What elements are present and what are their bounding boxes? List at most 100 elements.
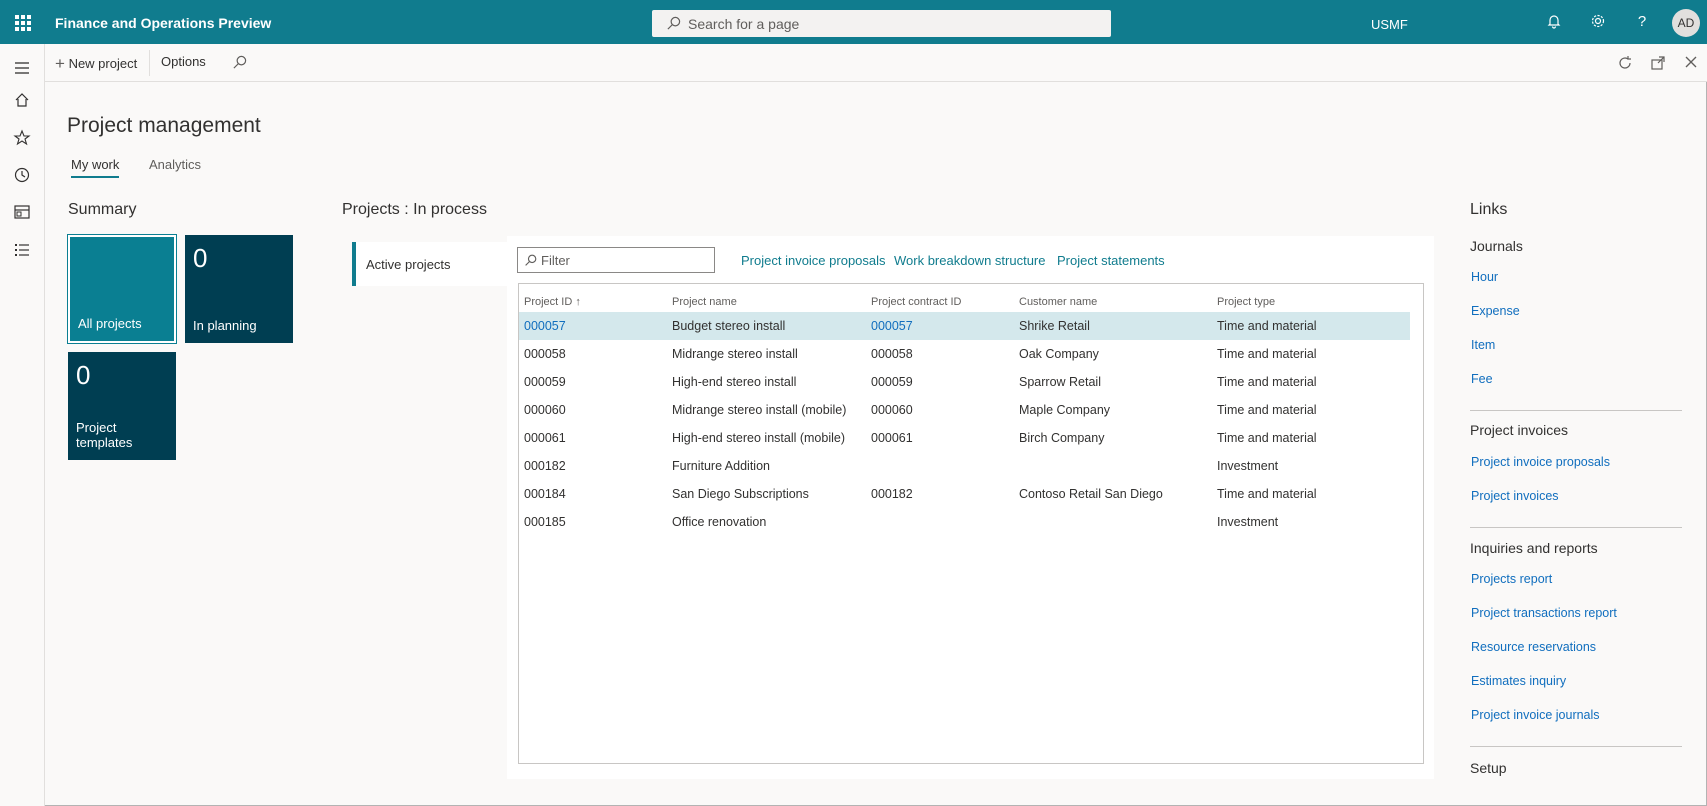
tile-all-projects[interactable]: All projects bbox=[67, 234, 177, 344]
divider bbox=[149, 50, 150, 76]
cell-customer-name: Sparrow Retail bbox=[1019, 375, 1101, 389]
close-icon[interactable] bbox=[1684, 55, 1698, 69]
page-search-input[interactable] bbox=[688, 14, 1088, 33]
link-item[interactable]: Item bbox=[1471, 338, 1495, 352]
links-divider bbox=[1470, 527, 1682, 528]
cell-project-type: Time and material bbox=[1217, 431, 1317, 445]
tile-in-planning[interactable]: 0 In planning bbox=[185, 235, 293, 343]
cell-project-id: 000058 bbox=[524, 347, 566, 361]
page-search[interactable] bbox=[652, 10, 1111, 37]
link-estimates-inquiry[interactable]: Estimates inquiry bbox=[1471, 674, 1566, 688]
tile-count: 0 bbox=[193, 243, 208, 273]
filter-box[interactable] bbox=[517, 247, 715, 273]
bell-icon[interactable] bbox=[1545, 13, 1563, 31]
link-resource-reservations[interactable]: Resource reservations bbox=[1471, 640, 1596, 654]
cell-project-name: High-end stereo install bbox=[672, 375, 797, 389]
links-group-project-invoices: Project invoices bbox=[1470, 422, 1569, 438]
vtab-active-projects[interactable]: Active projects bbox=[352, 242, 507, 286]
sort-ascending-icon: ↑ bbox=[575, 296, 581, 308]
link-project-invoice-journals[interactable]: Project invoice journals bbox=[1471, 708, 1600, 722]
table-row[interactable]: 000182 Furniture Addition Investment bbox=[519, 452, 1410, 480]
new-project-button[interactable]: + New project bbox=[55, 53, 137, 73]
cell-contract-id[interactable]: 000057 bbox=[871, 319, 913, 333]
projects-grid: Project ID ↑ Project name Project contra… bbox=[518, 283, 1424, 764]
link-expense[interactable]: Expense bbox=[1471, 304, 1520, 318]
cell-project-name: Furniture Addition bbox=[672, 459, 770, 473]
link-work-breakdown-structure[interactable]: Work breakdown structure bbox=[894, 253, 1046, 268]
cell-project-id: 000059 bbox=[524, 375, 566, 389]
cell-customer-name: Contoso Retail San Diego bbox=[1019, 487, 1163, 501]
open-new-window-icon[interactable] bbox=[1650, 55, 1666, 71]
app-launcher-icon[interactable] bbox=[15, 15, 31, 31]
link-projects-report[interactable]: Projects report bbox=[1471, 572, 1552, 586]
vtab-label: Active projects bbox=[366, 257, 451, 272]
table-row[interactable]: 000057 Budget stereo install 000057 Shri… bbox=[519, 312, 1410, 340]
cell-contract-id: 000058 bbox=[871, 347, 913, 361]
table-row[interactable]: 000061 High-end stereo install (mobile) … bbox=[519, 424, 1410, 452]
tile-label: All projects bbox=[78, 316, 142, 331]
links-divider bbox=[1470, 746, 1682, 747]
cell-project-type: Time and material bbox=[1217, 403, 1317, 417]
table-row[interactable]: 000058 Midrange stereo install 000058 Oa… bbox=[519, 340, 1410, 368]
modules-icon[interactable] bbox=[12, 240, 32, 260]
search-icon[interactable] bbox=[232, 55, 247, 70]
tab-analytics[interactable]: Analytics bbox=[149, 157, 201, 172]
hamburger-icon[interactable] bbox=[12, 58, 32, 78]
top-bar: Finance and Operations Preview USMF ? AD bbox=[0, 0, 1707, 44]
link-project-invoices[interactable]: Project invoices bbox=[1471, 489, 1559, 503]
search-icon bbox=[667, 16, 681, 30]
options-button[interactable]: Options bbox=[161, 54, 206, 69]
cell-project-id[interactable]: 000057 bbox=[524, 319, 566, 333]
cell-project-id: 000184 bbox=[524, 487, 566, 501]
cell-customer-name: Oak Company bbox=[1019, 347, 1099, 361]
column-header-project-name[interactable]: Project name bbox=[672, 296, 737, 308]
link-project-invoice-proposals[interactable]: Project invoice proposals bbox=[1471, 455, 1610, 469]
cell-customer-name: Shrike Retail bbox=[1019, 319, 1090, 333]
cell-project-type: Time and material bbox=[1217, 375, 1317, 389]
cell-project-type: Time and material bbox=[1217, 487, 1317, 501]
table-row[interactable]: 000059 High-end stereo install 000059 Sp… bbox=[519, 368, 1410, 396]
home-icon[interactable] bbox=[12, 90, 32, 110]
cell-contract-id: 000061 bbox=[871, 431, 913, 445]
clock-icon[interactable] bbox=[12, 165, 32, 185]
links-group-inquiries-and-reports: Inquiries and reports bbox=[1470, 540, 1598, 556]
projects-panel: Active projects Project invoice proposal… bbox=[337, 236, 1434, 779]
cell-project-name: Midrange stereo install bbox=[672, 347, 798, 361]
column-header-contract-id[interactable]: Project contract ID bbox=[871, 296, 961, 308]
refresh-icon[interactable] bbox=[1617, 55, 1633, 71]
link-project-statements[interactable]: Project statements bbox=[1057, 253, 1165, 268]
column-header-project-type[interactable]: Project type bbox=[1217, 296, 1275, 308]
cell-project-id: 000061 bbox=[524, 431, 566, 445]
table-row[interactable]: 000184 San Diego Subscriptions 000182 Co… bbox=[519, 480, 1410, 508]
company-picker[interactable]: USMF bbox=[1371, 17, 1408, 32]
column-header-customer-name[interactable]: Customer name bbox=[1019, 296, 1097, 308]
links-title: Links bbox=[1470, 201, 1508, 218]
link-project-transactions-report[interactable]: Project transactions report bbox=[1471, 606, 1617, 620]
links-group-setup: Setup bbox=[1470, 760, 1507, 776]
help-icon[interactable]: ? bbox=[1633, 13, 1651, 31]
avatar[interactable]: AD bbox=[1672, 9, 1700, 37]
column-header-project-id[interactable]: Project ID ↑ bbox=[524, 296, 581, 308]
star-icon[interactable] bbox=[12, 128, 32, 148]
app-title[interactable]: Finance and Operations Preview bbox=[55, 15, 271, 31]
search-icon bbox=[525, 254, 537, 266]
cell-project-id: 000060 bbox=[524, 403, 566, 417]
workspaces-icon[interactable] bbox=[12, 202, 32, 222]
vertical-tab-list bbox=[337, 236, 507, 779]
summary-title: Summary bbox=[68, 201, 137, 218]
link-hour[interactable]: Hour bbox=[1471, 270, 1498, 284]
table-row[interactable]: 000060 Midrange stereo install (mobile) … bbox=[519, 396, 1410, 424]
tab-my-work[interactable]: My work bbox=[71, 157, 120, 178]
links-divider bbox=[1470, 410, 1682, 411]
tile-label: In planning bbox=[193, 318, 257, 333]
link-project-invoice-proposals[interactable]: Project invoice proposals bbox=[741, 253, 886, 268]
table-row[interactable]: 000185 Office renovation Investment bbox=[519, 508, 1410, 536]
cell-project-name: Office renovation bbox=[672, 515, 767, 529]
link-fee[interactable]: Fee bbox=[1471, 372, 1493, 386]
gear-icon[interactable] bbox=[1589, 13, 1607, 31]
cell-project-id: 000182 bbox=[524, 459, 566, 473]
action-bar: + New project Options bbox=[45, 44, 1707, 82]
cell-project-name: Midrange stereo install (mobile) bbox=[672, 403, 847, 417]
tile-project-templates[interactable]: 0 Project templates bbox=[68, 352, 176, 460]
filter-input[interactable] bbox=[541, 252, 706, 268]
